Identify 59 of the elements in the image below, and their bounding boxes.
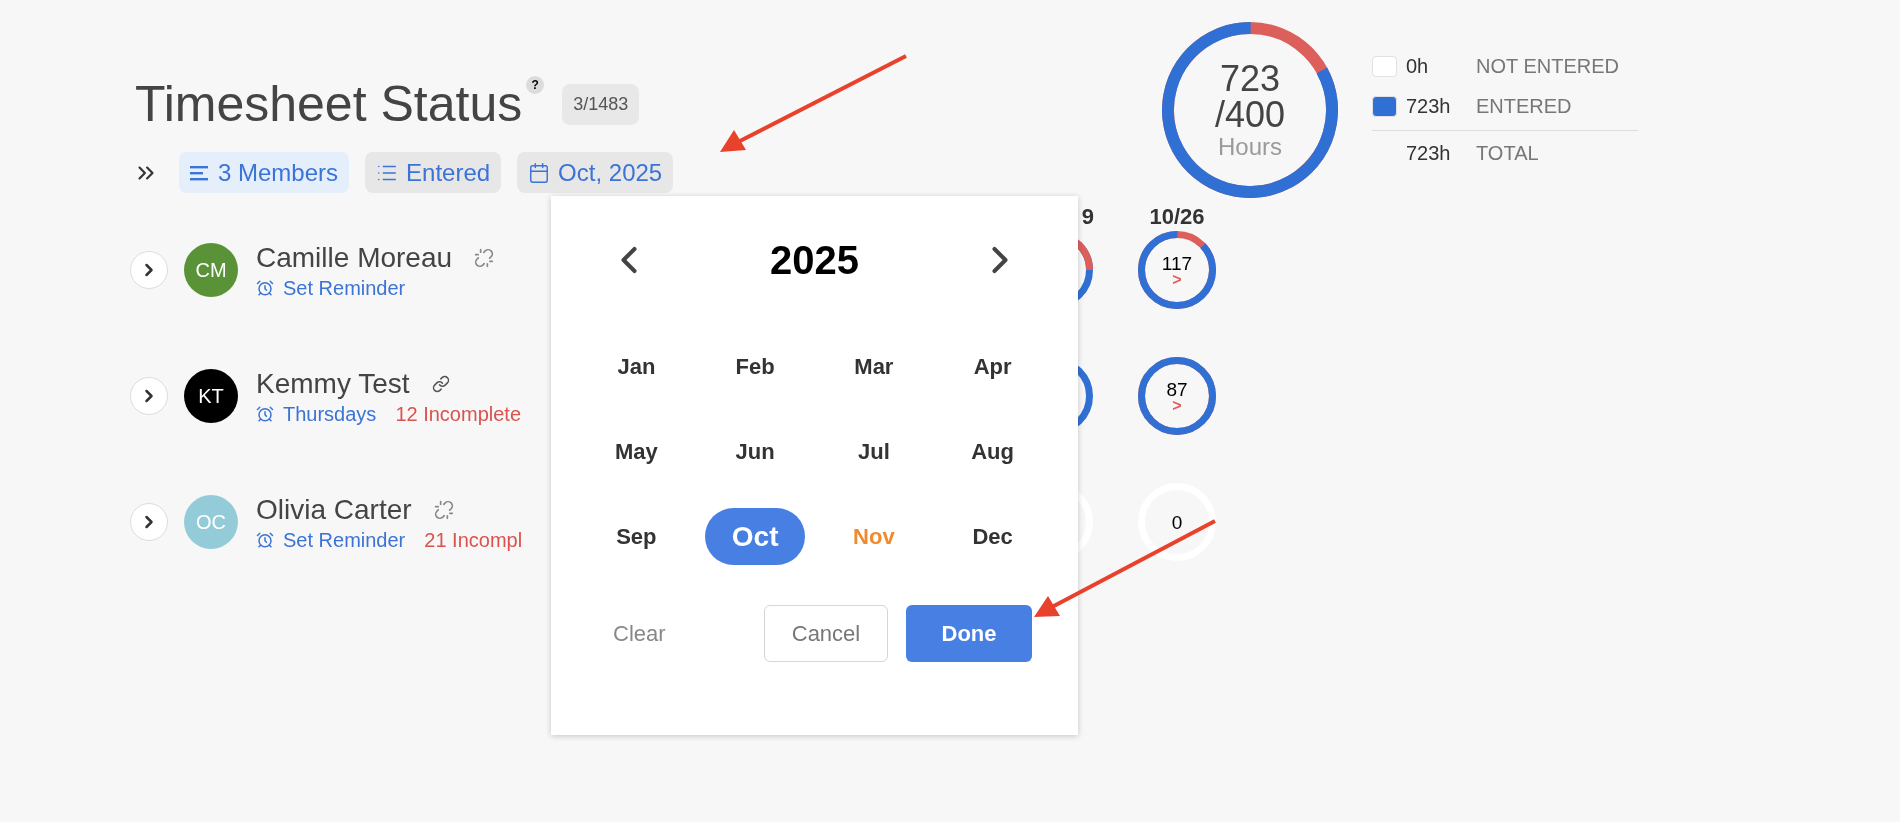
cancel-button[interactable]: Cancel [764, 605, 888, 662]
month-option[interactable]: Jan [607, 338, 666, 395]
link-icon[interactable] [431, 375, 450, 393]
column-header: 10/26 [1149, 202, 1205, 231]
alarm-icon [256, 279, 274, 297]
hours-target: /400 [1214, 97, 1286, 133]
month-option[interactable]: Oct [705, 508, 806, 565]
total-value: 723h [1406, 140, 1452, 166]
reminder-link[interactable]: Set Reminder [283, 276, 406, 300]
filter-chip[interactable]: Oct, 2025 [517, 152, 674, 193]
legend-label: NOT ENTERED [1476, 54, 1619, 79]
expand-button[interactable] [130, 503, 168, 541]
member-avatar: OC [184, 495, 238, 549]
count-badge: 3/1483 [562, 83, 640, 125]
over-mark: > [1172, 272, 1182, 287]
filter-chip[interactable]: Entered [365, 152, 502, 193]
incomplete-count: 21 Incompl [424, 528, 523, 552]
member-name: Kemmy Test [256, 367, 410, 401]
month-option[interactable]: Jul [847, 423, 900, 480]
hours-value: 723 [1219, 61, 1281, 97]
alarm-icon [256, 531, 274, 549]
broken-link-icon[interactable] [433, 500, 454, 520]
day-hours: 117 [1161, 253, 1193, 273]
year-label: 2025 [770, 237, 859, 284]
expand-button[interactable] [130, 377, 168, 415]
broken-link-icon[interactable] [474, 248, 495, 268]
member-name: Camille Moreau [256, 241, 453, 275]
month-option[interactable]: Dec [962, 508, 1023, 565]
filter-chip[interactable]: 3 Members [179, 152, 350, 193]
member-avatar: CM [184, 243, 238, 297]
incomplete-count: 12 Incomplete [395, 402, 521, 426]
over-mark: > [1172, 398, 1182, 413]
month-option[interactable]: May [604, 423, 668, 480]
month-option[interactable]: Jun [725, 423, 785, 480]
calendar-icon [528, 161, 551, 184]
month-option[interactable]: Mar [844, 338, 904, 395]
expand-button[interactable] [130, 251, 168, 289]
legend-label: ENTERED [1476, 94, 1572, 119]
column-header: 9 [1081, 202, 1094, 231]
month-option[interactable]: Aug [961, 423, 1024, 480]
legend-value: 0h [1406, 54, 1430, 79]
menu-icon [190, 164, 210, 181]
reminder-link[interactable]: Set Reminder [283, 528, 406, 552]
done-button[interactable]: Done [906, 605, 1032, 662]
month-option[interactable]: Apr [963, 338, 1022, 395]
legend-value: 723h [1406, 94, 1452, 119]
clear-button[interactable]: Clear [603, 605, 676, 662]
alarm-icon [256, 405, 274, 423]
month-option[interactable]: Sep [606, 508, 667, 565]
page-title: Timesheet Status [135, 79, 523, 129]
month-option[interactable]: Feb [725, 338, 785, 395]
day-hours: 87 [1166, 379, 1188, 399]
help-badge[interactable]: ? [526, 76, 545, 94]
member-name: Olivia Carter [256, 493, 412, 527]
hours-unit: Hours [1218, 135, 1282, 159]
total-label: TOTAL [1476, 140, 1539, 166]
member-avatar: KT [184, 369, 238, 423]
day-hours: 0 [1171, 512, 1183, 532]
reminder-link[interactable]: Thursdays [283, 402, 377, 426]
